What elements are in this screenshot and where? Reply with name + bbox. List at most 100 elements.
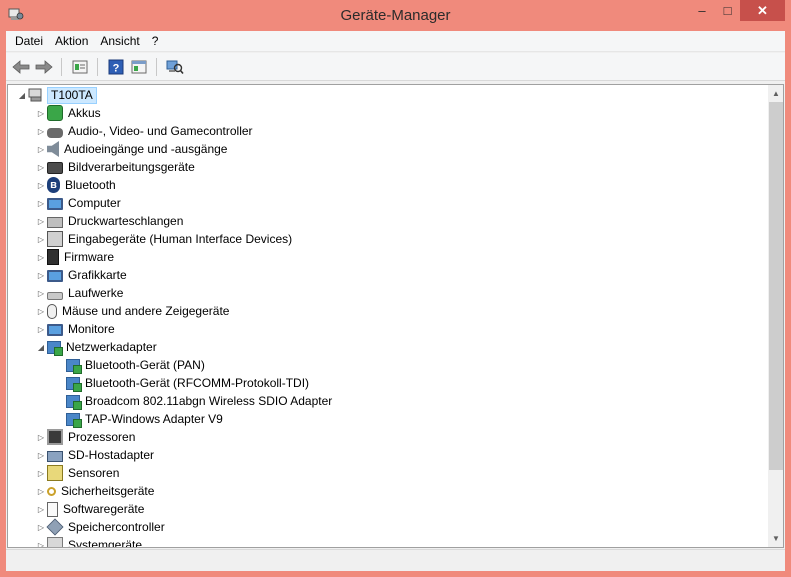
- tree-category[interactable]: ▷ Computer: [35, 194, 123, 212]
- tree-category[interactable]: ▷ Grafikkarte: [35, 266, 129, 284]
- tree-device[interactable]: Bluetooth-Gerät (PAN): [66, 356, 207, 374]
- expand-arrow-icon[interactable]: ▷: [35, 464, 47, 482]
- close-button[interactable]: ✕: [740, 0, 785, 21]
- expand-arrow-icon[interactable]: ▷: [35, 428, 47, 446]
- tree-category-label: Speichercontroller: [68, 520, 165, 534]
- expand-arrow-icon[interactable]: ▷: [35, 446, 47, 464]
- tree-category[interactable]: ▷ Bildverarbeitungsgeräte: [35, 158, 197, 176]
- tree-device[interactable]: Bluetooth-Gerät (RFCOMM-Protokoll-TDI): [66, 374, 311, 392]
- expand-arrow-icon[interactable]: ▷: [35, 536, 47, 548]
- tree-category[interactable]: ▷ Firmware: [35, 248, 116, 266]
- expand-arrow-icon[interactable]: ▷: [35, 248, 47, 266]
- properties-button[interactable]: [68, 56, 91, 78]
- network-adapter-icon: [66, 358, 82, 374]
- device-manager-window: Geräte-Manager – □ ✕ Datei Aktion Ansich…: [0, 0, 791, 577]
- tree-device[interactable]: Broadcom 802.11abgn Wireless SDIO Adapte…: [66, 392, 334, 410]
- tree-category[interactable]: ▷ Speichercontroller: [35, 518, 167, 536]
- mouse-icon: [47, 303, 57, 319]
- collapse-arrow-icon[interactable]: ◢: [35, 338, 47, 356]
- tree-category-label: Computer: [68, 196, 121, 210]
- monitor-icon: [47, 324, 63, 336]
- tree-category-label: Sicherheitsgeräte: [61, 484, 155, 498]
- tree-category[interactable]: ▷ Mäuse und andere Zeigegeräte: [35, 302, 231, 320]
- expand-arrow-icon[interactable]: ▷: [35, 122, 47, 140]
- expand-arrow-icon[interactable]: ▷: [35, 212, 47, 230]
- tree-root[interactable]: ◢ T100TA: [16, 86, 97, 104]
- device-tree[interactable]: ◢ T100TA ▷ Akkus ▷ Audio-, Video- und Gamec…: [7, 84, 784, 548]
- display-adapter-icon: [47, 270, 63, 282]
- tree-category-label: Monitore: [68, 322, 115, 336]
- expand-arrow-icon[interactable]: ▷: [35, 320, 47, 338]
- expand-arrow-icon[interactable]: ▷: [35, 194, 47, 212]
- toolbar: ?: [6, 53, 785, 81]
- scan-hardware-button[interactable]: [163, 56, 186, 78]
- tree-category[interactable]: ▷ Prozessoren: [35, 428, 137, 446]
- tree-device[interactable]: TAP-Windows Adapter V9: [66, 410, 225, 428]
- tree-category[interactable]: ▷ Akkus: [35, 104, 103, 122]
- tree-category[interactable]: ▷ Audio-, Video- und Gamecontroller: [35, 122, 255, 140]
- tree-category[interactable]: ▷ Druckwarteschlangen: [35, 212, 185, 230]
- menu-help[interactable]: ?: [146, 31, 165, 52]
- expand-arrow-icon[interactable]: ▷: [35, 302, 47, 320]
- menu-aktion[interactable]: Aktion: [49, 31, 94, 52]
- sd-host-icon: [47, 451, 63, 462]
- expand-arrow-icon[interactable]: ▷: [35, 284, 47, 302]
- tree-category[interactable]: ▷ ʙ Bluetooth: [35, 176, 118, 194]
- tree-category-label: Druckwarteschlangen: [68, 214, 184, 228]
- expand-arrow-icon[interactable]: ▷: [35, 158, 47, 176]
- device-tree-content: ◢ T100TA ▷ Akkus ▷ Audio-, Video- und Gamec…: [8, 85, 768, 547]
- help-button[interactable]: ?: [104, 56, 127, 78]
- tree-category-label: Systemgeräte: [68, 538, 143, 547]
- expand-arrow-icon[interactable]: ▷: [35, 104, 47, 122]
- tree-category[interactable]: ▷ Sicherheitsgeräte: [35, 482, 156, 500]
- tree-category[interactable]: ▷ Monitore: [35, 320, 117, 338]
- menu-datei[interactable]: Datei: [9, 31, 49, 52]
- vertical-scrollbar[interactable]: ▲ ▼: [768, 85, 783, 547]
- expand-arrow-icon[interactable]: ▷: [35, 140, 47, 158]
- tree-category[interactable]: ▷ SD-Hostadapter: [35, 446, 156, 464]
- computer-icon: [47, 198, 63, 210]
- expand-arrow-icon[interactable]: ▷: [35, 518, 47, 536]
- tree-category-label: Laufwerke: [68, 286, 124, 300]
- view-icon: [131, 60, 146, 73]
- security-key-icon: [47, 486, 56, 496]
- back-button[interactable]: [9, 56, 32, 78]
- scroll-up-button[interactable]: ▲: [768, 85, 783, 102]
- network-adapter-icon: [47, 340, 63, 356]
- tree-category[interactable]: ▷ Laufwerke: [35, 284, 125, 302]
- expand-arrow-icon[interactable]: ▷: [35, 176, 47, 194]
- tree-device-label: Broadcom 802.11abgn Wireless SDIO Adapte…: [85, 394, 333, 408]
- view-button[interactable]: [127, 56, 150, 78]
- svg-text:?: ?: [112, 62, 119, 74]
- tree-category[interactable]: ▷ Sensoren: [35, 464, 121, 482]
- tree-category-label: Firmware: [64, 250, 114, 264]
- software-device-icon: [47, 501, 58, 517]
- tree-category[interactable]: ▷ Eingabegeräte (Human Interface Devices): [35, 230, 294, 248]
- title-bar[interactable]: Geräte-Manager – □ ✕: [0, 0, 791, 31]
- tree-category[interactable]: ◢ Netzwerkadapter: [35, 338, 159, 356]
- tree-category-label: Mäuse und andere Zeigegeräte: [62, 304, 230, 318]
- forward-button[interactable]: [32, 56, 55, 78]
- menu-ansicht[interactable]: Ansicht: [94, 31, 145, 52]
- camera-icon: [47, 162, 63, 174]
- tree-category-label: Bildverarbeitungsgeräte: [68, 160, 195, 174]
- expand-arrow-icon[interactable]: ▷: [35, 266, 47, 284]
- expand-arrow-icon[interactable]: ▷: [35, 230, 47, 248]
- collapse-arrow-icon[interactable]: ◢: [16, 86, 28, 104]
- expand-arrow-icon[interactable]: ▷: [35, 482, 47, 500]
- maximize-button[interactable]: □: [715, 0, 740, 21]
- tree-category[interactable]: ▷ Softwaregeräte: [35, 500, 146, 518]
- expand-arrow-icon[interactable]: ▷: [35, 500, 47, 518]
- scroll-down-button[interactable]: ▼: [768, 530, 783, 547]
- drive-icon: [47, 291, 63, 300]
- scan-hardware-icon: [166, 60, 184, 74]
- tree-device-label: Bluetooth-Gerät (PAN): [85, 358, 205, 372]
- minimize-button[interactable]: –: [689, 0, 715, 21]
- toolbar-separator: [156, 57, 157, 76]
- tree-device-label: TAP-Windows Adapter V9: [85, 412, 223, 426]
- tree-category[interactable]: ▷ Systemgeräte: [35, 536, 144, 547]
- tree-category[interactable]: ▷ Audioeingänge und -ausgänge: [35, 140, 229, 158]
- scrollbar-thumb[interactable]: [769, 102, 783, 470]
- tree-category-label: Softwaregeräte: [63, 502, 145, 516]
- processor-icon: [47, 429, 63, 445]
